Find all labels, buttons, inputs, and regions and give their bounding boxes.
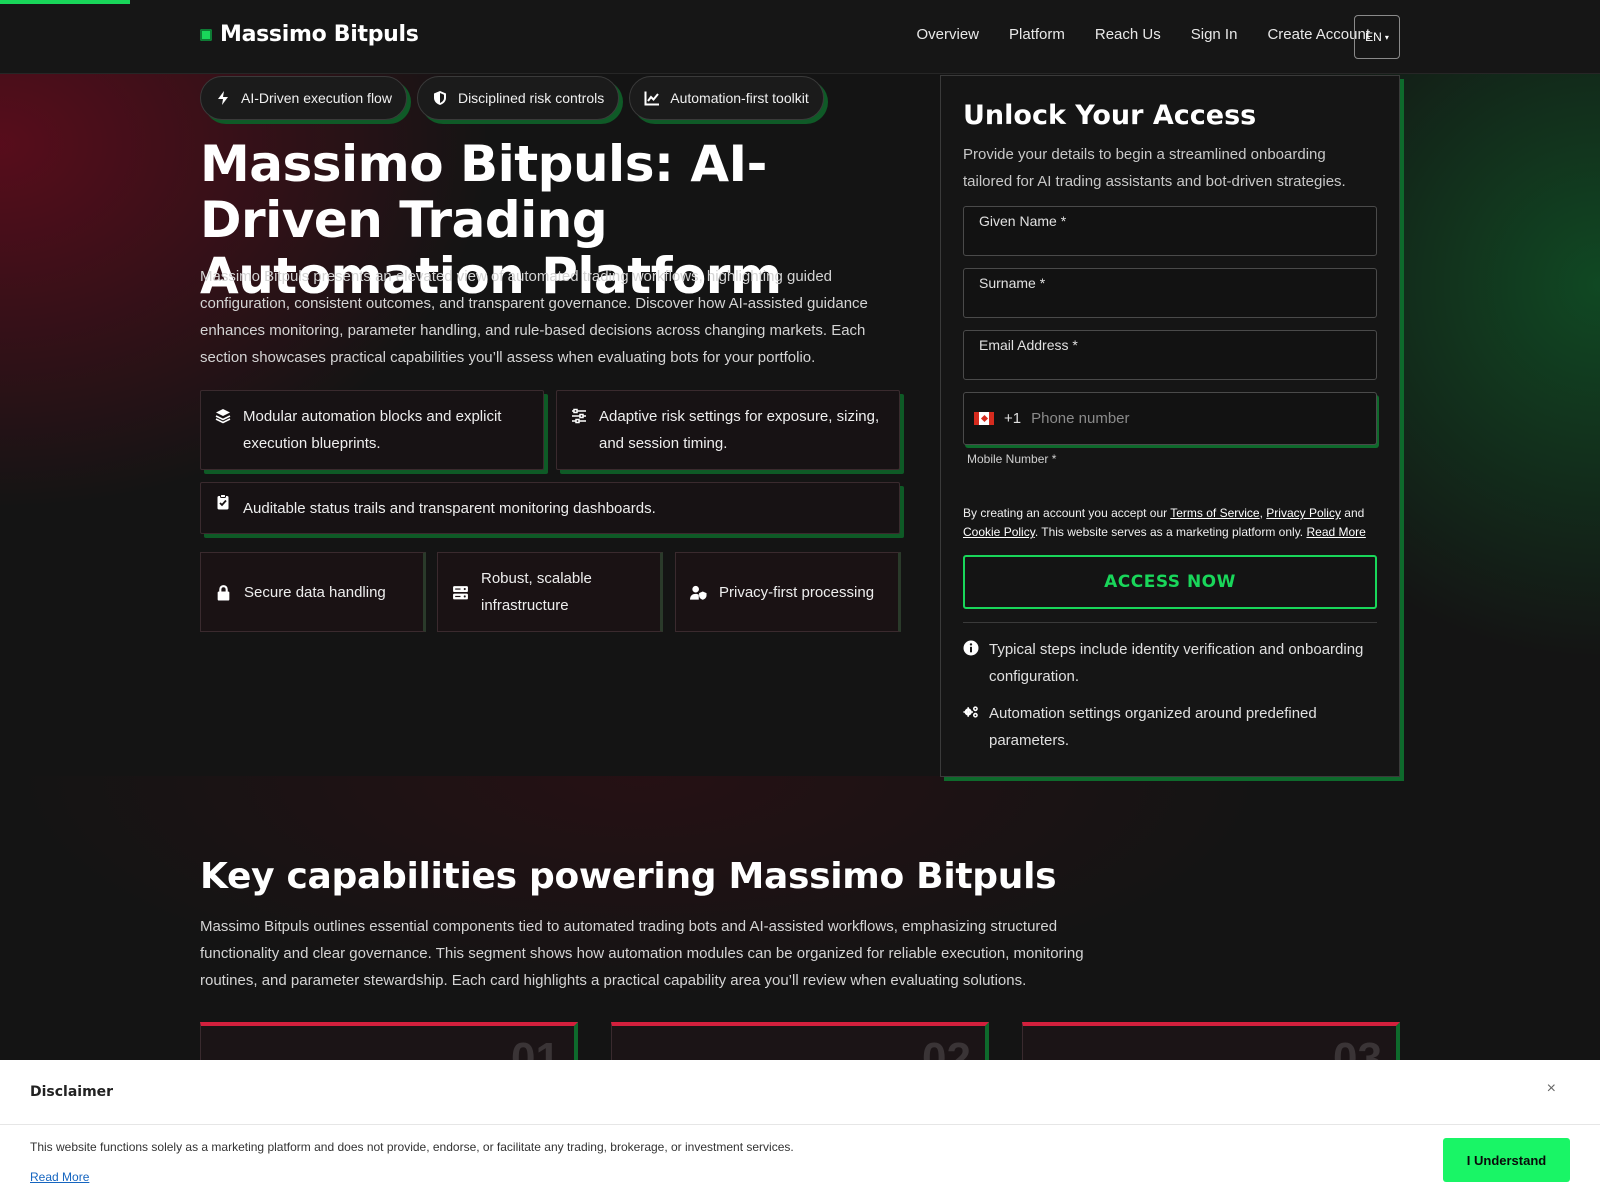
card-number: 03	[1333, 1034, 1382, 1062]
brand-mark-icon	[200, 28, 212, 41]
surname-field[interactable]: Surname *	[963, 268, 1377, 318]
gears-icon	[963, 706, 978, 718]
capabilities-title: Key capabilities powering Massimo Bitpul…	[200, 856, 1057, 897]
disclaimer-divider	[0, 1124, 1600, 1125]
email-label: Email Address *	[979, 337, 1078, 353]
chip-label: Disciplined risk controls	[457, 90, 605, 106]
feature-status-trails: Auditable status trails and transparent …	[200, 482, 900, 534]
brand-logo[interactable]: Massimo Bitpuls	[200, 22, 419, 47]
terms-text: By creating an account you accept our	[963, 506, 1171, 520]
user-shield-icon	[690, 585, 707, 600]
given-name-label: Given Name *	[979, 213, 1067, 229]
language-select[interactable]: EN ▾	[1354, 15, 1400, 59]
email-field[interactable]: Email Address *	[963, 330, 1377, 380]
card-number: 01	[511, 1034, 560, 1062]
mobile-number-label: Mobile Number *	[967, 452, 1057, 466]
nav-overview[interactable]: Overview	[917, 26, 980, 43]
capability-card: 01	[200, 1022, 578, 1062]
surname-label: Surname *	[979, 275, 1046, 291]
terms-of-service-link[interactable]: Terms of Service	[1170, 506, 1259, 520]
sliders-icon	[571, 406, 587, 433]
badge-privacy: Privacy-first processing	[675, 552, 901, 632]
info-text: Typical steps include identity verificat…	[989, 641, 1364, 685]
card-number: 02	[922, 1034, 971, 1062]
badge-secure-data: Secure data handling	[200, 552, 426, 632]
form-title: Unlock Your Access	[963, 100, 1257, 131]
privacy-policy-link[interactable]: Privacy Policy	[1266, 506, 1341, 520]
brand-name: Massimo Bitpuls	[220, 22, 419, 47]
terms-text: . This website serves as a marketing pla…	[1034, 525, 1307, 539]
caret-down-icon: ▾	[1384, 32, 1389, 42]
badge-text: Robust, scalable infrastructure	[481, 570, 592, 614]
phone-input[interactable]	[1031, 410, 1332, 427]
layers-icon	[215, 406, 231, 433]
site-header: Massimo Bitpuls Overview Platform Reach …	[0, 0, 1600, 74]
cookie-policy-link[interactable]: Cookie Policy	[963, 525, 1035, 539]
phone-field: +1	[963, 392, 1377, 445]
info-icon	[963, 640, 979, 656]
form-divider	[963, 622, 1377, 623]
chart-line-icon	[644, 91, 660, 106]
nav-reach-us[interactable]: Reach Us	[1095, 26, 1161, 43]
badge-infrastructure: Robust, scalable infrastructure	[437, 552, 663, 632]
server-icon	[453, 585, 468, 599]
disclaimer-banner: Disclaimer × This website functions sole…	[0, 1060, 1600, 1200]
capabilities-description: Massimo Bitpuls outlines essential compo…	[200, 918, 1084, 989]
hero-chips: AI-Driven execution flow Disciplined ris…	[200, 76, 824, 120]
given-name-field[interactable]: Given Name *	[963, 206, 1377, 256]
badge-text: Secure data handling	[244, 583, 386, 601]
capability-card: 03	[1022, 1022, 1400, 1062]
hero-description: Massimo Bitpuls presents an elevated vie…	[200, 268, 868, 366]
chip-label: AI-Driven execution flow	[241, 90, 392, 106]
nav-sign-in[interactable]: Sign In	[1191, 26, 1238, 43]
badge-text: Privacy-first processing	[719, 583, 875, 601]
disclaimer-text: This website functions solely as a marke…	[30, 1140, 794, 1154]
nav-platform[interactable]: Platform	[1009, 26, 1065, 43]
capability-card: 02	[611, 1022, 989, 1062]
main-nav: Overview Platform Reach Us Sign In Creat…	[917, 26, 1371, 43]
terms-notice: By creating an account you accept our Te…	[963, 504, 1383, 542]
clipboard-check-icon	[215, 492, 231, 519]
terms-separator: and	[1340, 506, 1365, 520]
chip-label: Automation-first toolkit	[670, 90, 809, 106]
access-now-button[interactable]: ACCESS NOW	[963, 555, 1377, 609]
i-understand-button[interactable]: I Understand	[1443, 1138, 1570, 1182]
info-verification: Typical steps include identity verificat…	[963, 636, 1377, 690]
signup-panel: Unlock Your Access Provide your details …	[940, 75, 1400, 777]
canada-flag-icon[interactable]	[974, 412, 994, 425]
feature-text: Auditable status trails and transparent …	[243, 499, 656, 517]
info-automation: Automation settings organized around pre…	[963, 700, 1377, 754]
close-icon[interactable]: ×	[1547, 1080, 1556, 1098]
language-value: EN	[1365, 30, 1382, 44]
feature-text: Adaptive risk settings for exposure, siz…	[599, 408, 880, 452]
feature-risk-settings: Adaptive risk settings for exposure, siz…	[556, 390, 900, 470]
lock-icon	[217, 584, 230, 600]
disclaimer-read-more-link[interactable]: Read More	[30, 1170, 89, 1184]
form-subtitle: Provide your details to begin a streamli…	[963, 146, 1346, 190]
read-more-link[interactable]: Read More	[1306, 525, 1365, 539]
chip-ai-driven: AI-Driven execution flow	[200, 76, 407, 120]
chip-automation-toolkit: Automation-first toolkit	[629, 76, 824, 120]
chip-risk-controls: Disciplined risk controls	[416, 76, 620, 120]
dial-code: +1	[1004, 410, 1022, 427]
shield-icon	[433, 91, 446, 105]
scroll-progress-bar	[0, 0, 130, 4]
disclaimer-title: Disclaimer	[30, 1084, 114, 1100]
feature-text: Modular automation blocks and explicit e…	[243, 408, 502, 452]
feature-modular-blocks: Modular automation blocks and explicit e…	[200, 390, 544, 470]
info-text: Automation settings organized around pre…	[989, 705, 1317, 749]
bolt-icon	[218, 91, 228, 105]
